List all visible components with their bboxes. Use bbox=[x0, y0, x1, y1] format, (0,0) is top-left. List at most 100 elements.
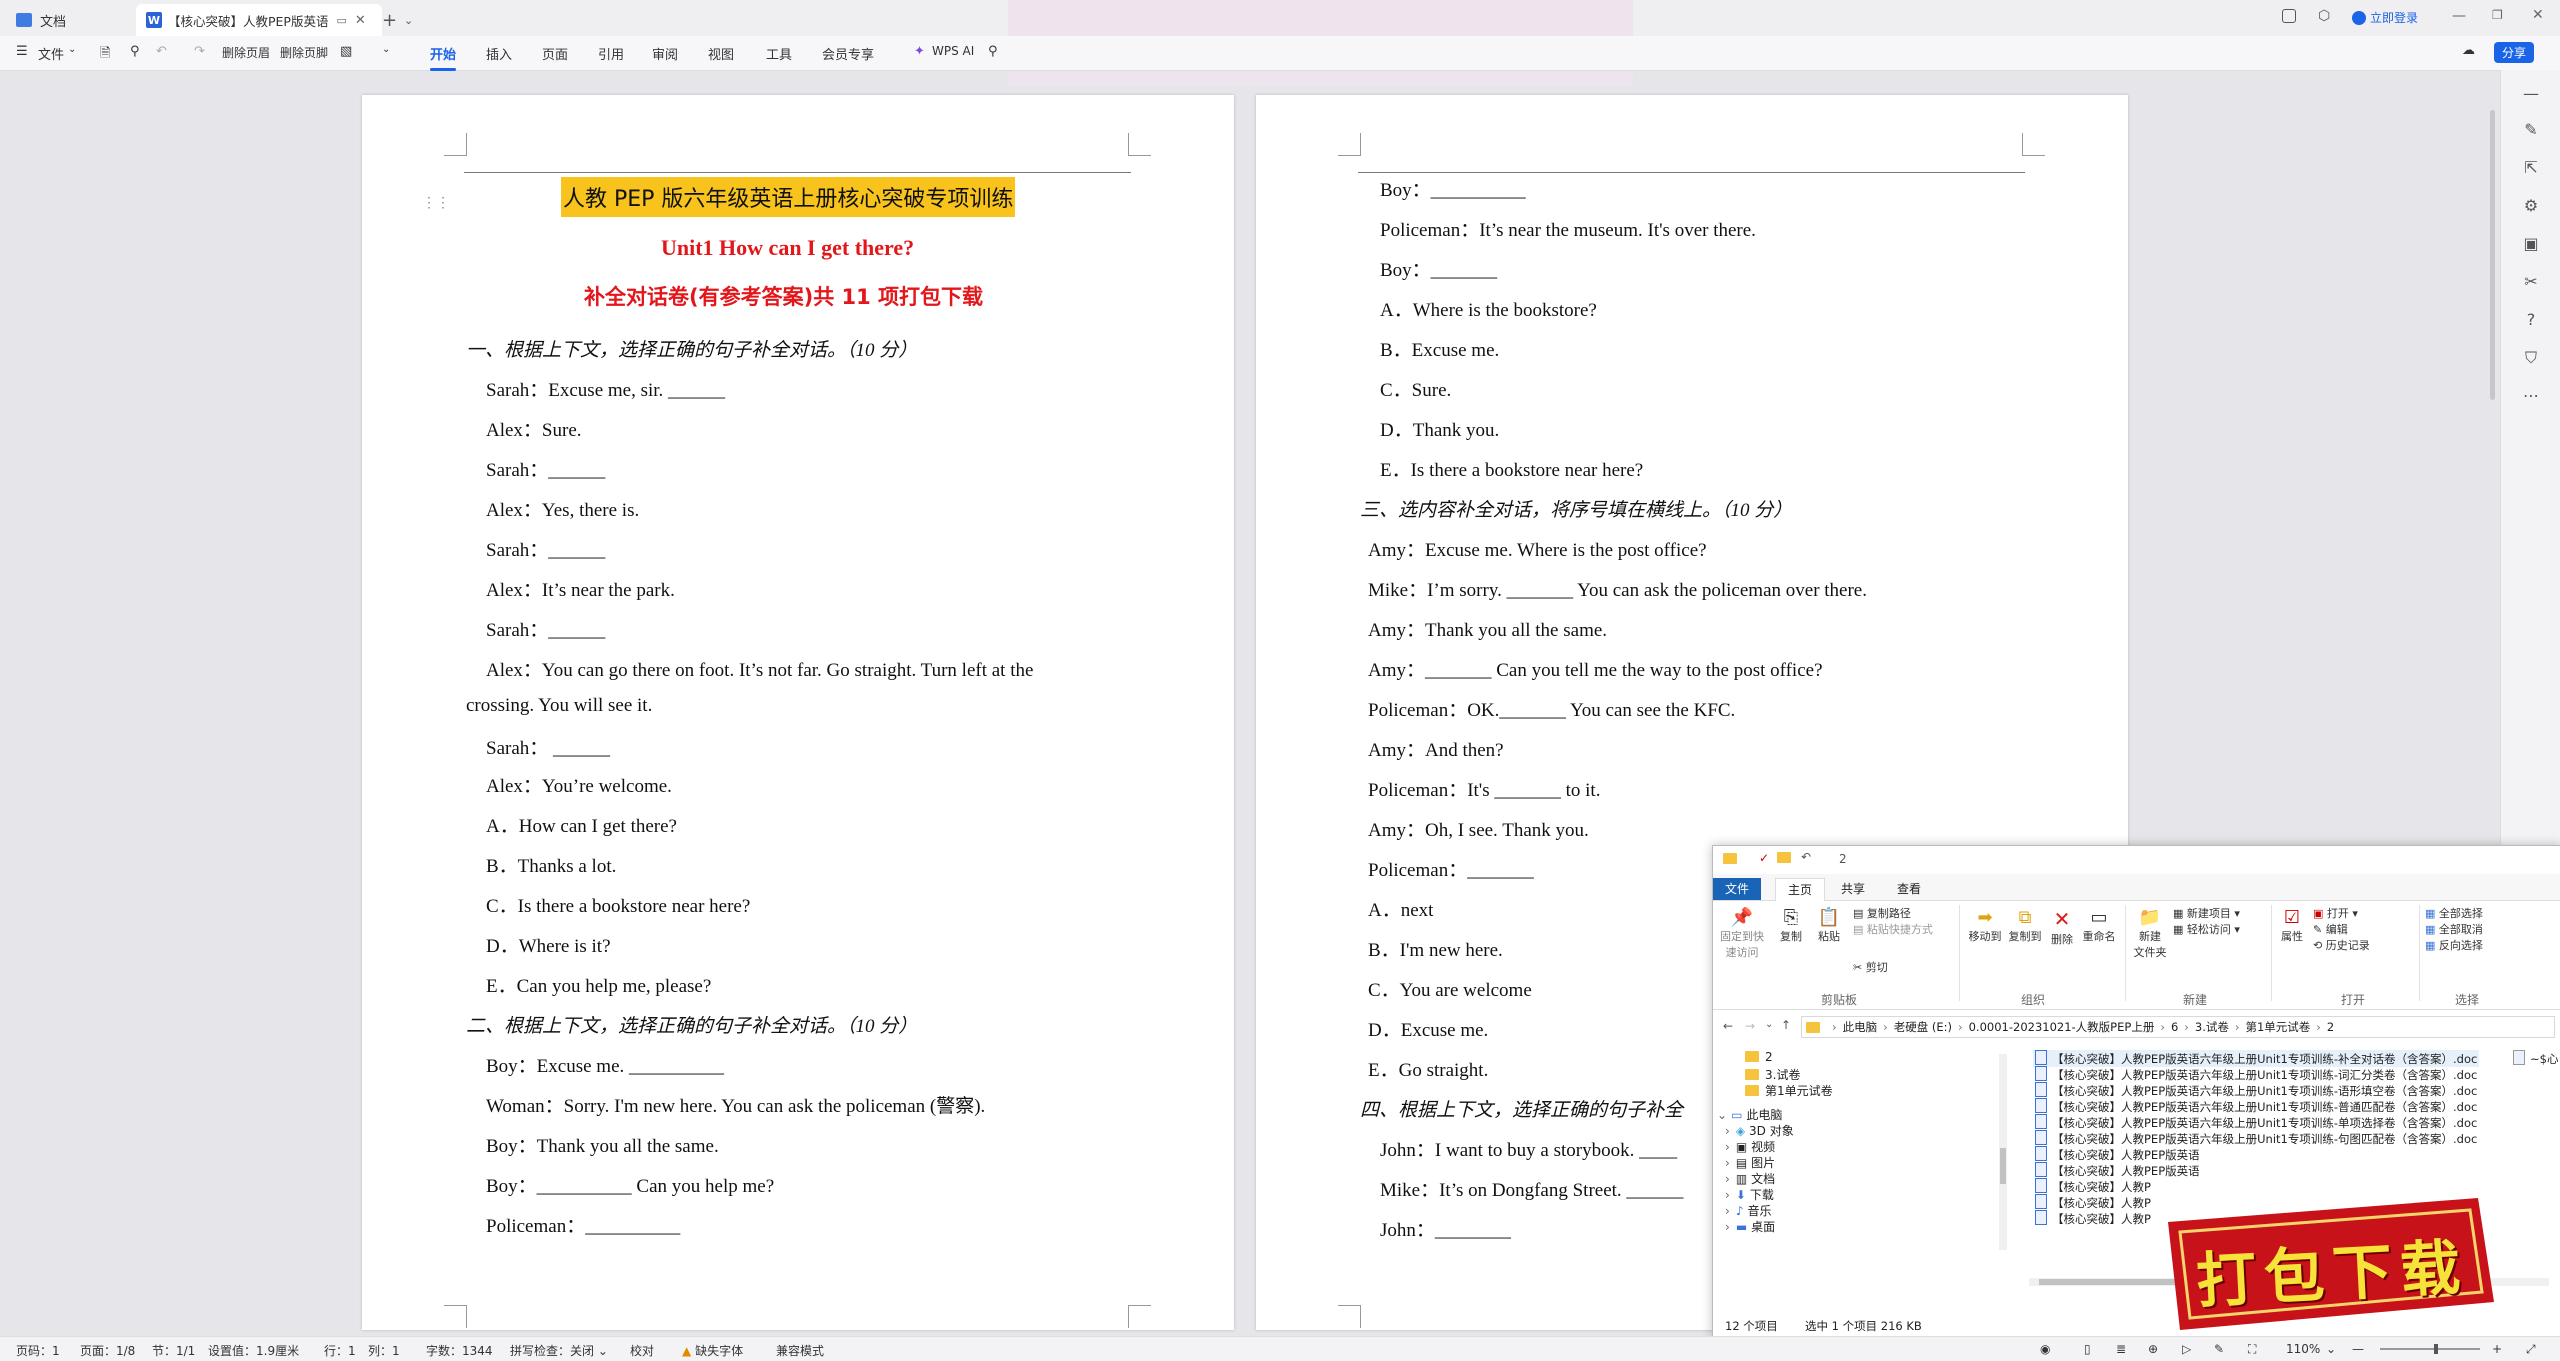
zoom-slider-thumb[interactable] bbox=[2434, 1344, 2438, 1354]
cloud-sync-icon[interactable]: ☁ bbox=[2462, 43, 2475, 58]
help-icon[interactable]: ? bbox=[2519, 308, 2543, 332]
zoom-in-icon[interactable]: + bbox=[2492, 1342, 2502, 1356]
redo-icon[interactable]: ↷ bbox=[194, 44, 205, 59]
up-icon[interactable]: ↑ bbox=[1781, 1018, 1791, 1032]
wps-ai-button[interactable]: WPS AI bbox=[932, 44, 974, 58]
file-item[interactable]: 【核心突破】人教PEP版英语六年级上册Unit1专项训练-普通匹配卷（含答案）.… bbox=[2035, 1098, 2477, 1115]
pin-quick-access-button[interactable]: 📌 固定到快 速访问 bbox=[1719, 907, 1765, 960]
file-item[interactable]: 【核心突破】人教P bbox=[2035, 1194, 2151, 1211]
select-none-button[interactable]: ▦ 全部取消 bbox=[2425, 921, 2483, 937]
tab-view[interactable]: 视图 bbox=[708, 44, 734, 63]
new-folder-quick-icon[interactable] bbox=[1777, 851, 1797, 865]
paste-shortcut-button[interactable]: ▤ 粘贴快捷方式 bbox=[1853, 921, 1933, 937]
status-section[interactable]: 节：1/1 bbox=[152, 1342, 195, 1359]
open-button[interactable]: ▣ 打开 ▾ bbox=[2313, 905, 2358, 921]
path-segment[interactable]: 6 bbox=[2171, 1020, 2178, 1034]
path-segment[interactable]: 老硬盘 (E:) bbox=[1894, 1019, 1952, 1035]
tab-list-chevron-icon[interactable]: ⌄ bbox=[404, 4, 413, 36]
search-icon[interactable]: ⚲ bbox=[988, 44, 998, 59]
status-row[interactable]: 行：1 bbox=[324, 1342, 356, 1359]
write-mode-icon[interactable]: ✎ bbox=[2214, 1342, 2224, 1356]
copy-button[interactable]: ⎘ 复制 bbox=[1775, 907, 1807, 944]
window-mode-icon[interactable] bbox=[2282, 9, 2296, 23]
undo-icon[interactable]: ↶ bbox=[156, 44, 167, 59]
drag-handle-icon[interactable]: ⋮⋮ bbox=[422, 195, 450, 212]
document-scrollbar[interactable] bbox=[2490, 110, 2495, 400]
easy-access-button[interactable]: ▦ 轻松访问 ▾ bbox=[2173, 921, 2240, 937]
new-item-button[interactable]: ▦ 新建项目 ▾ bbox=[2173, 905, 2240, 921]
paste-button[interactable]: 📋 粘贴 bbox=[1813, 907, 1845, 944]
back-icon[interactable]: ← bbox=[1723, 1019, 1733, 1033]
delete-header-button[interactable]: 删除页眉 bbox=[222, 44, 270, 61]
tab-page[interactable]: 页面 bbox=[542, 44, 568, 63]
proofread-button[interactable]: 校对 bbox=[630, 1342, 654, 1359]
minimize-icon[interactable]: — bbox=[2452, 8, 2466, 24]
copy-path-button[interactable]: ▤ 复制路径 bbox=[1853, 905, 1911, 921]
tshirt-icon[interactable]: ⛉ bbox=[2519, 346, 2543, 370]
address-bar[interactable]: › 此电脑 › 老硬盘 (E:) › 0.0001-20231021-人教版PE… bbox=[1801, 1016, 2555, 1038]
web-view-icon[interactable]: ⊕ bbox=[2148, 1342, 2158, 1356]
file-item[interactable]: 【核心突破】人教PEP版英语六年级上册Unit1专项训练-句图匹配卷（含答案）.… bbox=[2035, 1130, 2477, 1147]
close-tab-icon[interactable]: ✕ bbox=[355, 13, 366, 28]
document-page-1[interactable]: ⋮⋮ 人教 PEP 版六年级英语上册核心突破专项训练 Unit1 How can… bbox=[362, 95, 1234, 1330]
monitor-icon[interactable]: ▭ bbox=[336, 14, 346, 27]
undo-icon[interactable]: ↶ bbox=[1801, 850, 1811, 864]
delete-button[interactable]: ✕ 删除 bbox=[2047, 907, 2077, 947]
file-menu[interactable]: 文件 bbox=[38, 44, 64, 63]
file-menu-chevron-icon[interactable]: ⌄ bbox=[68, 44, 76, 55]
path-segment[interactable]: 0.0001-20231021-人教版PEP上册 bbox=[1969, 1019, 2155, 1035]
tab-home[interactable]: 开始 bbox=[430, 44, 457, 71]
more-icon[interactable]: ⋯ bbox=[2519, 384, 2543, 408]
properties-icon[interactable]: ✓ bbox=[1759, 851, 1769, 865]
document-tab[interactable]: W 【核心突破】人教PEP版英语 ▭ ✕ bbox=[136, 4, 382, 36]
status-word-count[interactable]: 字数：1344 bbox=[426, 1342, 493, 1359]
status-setting-value[interactable]: 设置值：1.9厘米 bbox=[208, 1342, 299, 1359]
menu-icon[interactable]: ☰ bbox=[16, 44, 28, 59]
invert-selection-button[interactable]: ▦ 反向选择 bbox=[2425, 937, 2483, 953]
path-segment[interactable]: 此电脑 bbox=[1843, 1019, 1878, 1035]
status-page-count[interactable]: 页面：1/8 bbox=[80, 1342, 135, 1359]
file-item-selected[interactable]: 【核心突破】人教PEP版英语六年级上册Unit1专项训练-补全对话卷（含答案）.… bbox=[2033, 1050, 2480, 1067]
fit-page-icon[interactable]: ⛶ bbox=[2248, 1342, 2256, 1357]
image-icon[interactable]: ▣ bbox=[2519, 232, 2543, 256]
rename-button[interactable]: ▭ 重命名 bbox=[2079, 907, 2119, 944]
fullscreen-icon[interactable]: ⤢ bbox=[2526, 1342, 2536, 1357]
explorer-tab-share[interactable]: 共享 bbox=[1829, 878, 1877, 900]
explorer-tab-view[interactable]: 查看 bbox=[1885, 878, 1933, 900]
file-item[interactable]: 【核心突破】人教P bbox=[2035, 1210, 2151, 1227]
more-chevron-icon[interactable]: ⌄ bbox=[382, 44, 390, 55]
zoom-slider[interactable] bbox=[2380, 1344, 2480, 1354]
status-page-number[interactable]: 页码：1 bbox=[16, 1342, 60, 1359]
file-item[interactable]: 【核心突破】人教PEP版英语 bbox=[2035, 1146, 2200, 1163]
close-window-icon[interactable]: ✕ bbox=[2532, 7, 2544, 23]
explorer-tab-file[interactable]: 文件 bbox=[1713, 878, 1762, 900]
login-button[interactable]: 立即登录 bbox=[2352, 9, 2418, 26]
tab-tools[interactable]: 工具 bbox=[766, 44, 792, 63]
home-tab[interactable]: 文档 bbox=[16, 4, 66, 36]
zoom-chevron-icon[interactable]: ⌄ bbox=[2326, 1342, 2336, 1356]
status-column[interactable]: 列：1 bbox=[368, 1342, 400, 1359]
layout-icon[interactable]: ▧ bbox=[340, 44, 352, 59]
download-promo-stamp[interactable]: 打包下载 bbox=[2160, 1192, 2500, 1334]
file-item[interactable]: 【核心突破】人教PEP版英语六年级上册Unit1专项训练-词汇分类卷（含答案）.… bbox=[2035, 1066, 2477, 1083]
select-all-button[interactable]: ▦ 全部选择 bbox=[2425, 905, 2483, 921]
save-icon[interactable]: 🗎 bbox=[100, 44, 110, 66]
collapse-icon[interactable]: — bbox=[2519, 82, 2543, 106]
select-cursor-icon[interactable]: ⇱ bbox=[2519, 156, 2543, 180]
file-item[interactable]: 【核心突破】人教PEP版英语六年级上册Unit1专项训练-语形填空卷（含答案）.… bbox=[2035, 1082, 2477, 1099]
recent-chevron-icon[interactable]: ⌄ bbox=[1765, 1019, 1773, 1030]
tab-review[interactable]: 审阅 bbox=[652, 44, 678, 63]
find-icon[interactable]: ⚲ bbox=[130, 44, 140, 59]
zoom-level[interactable]: 110% bbox=[2286, 1342, 2320, 1356]
missing-font-button[interactable]: ▲ 缺失字体 bbox=[682, 1342, 743, 1359]
eye-protect-icon[interactable]: ◉ bbox=[2040, 1342, 2050, 1356]
new-tab-icon[interactable]: + bbox=[382, 4, 397, 36]
new-folder-button[interactable]: 📁 新建 文件夹 bbox=[2131, 907, 2169, 960]
properties-button[interactable]: ☑ 属性 bbox=[2277, 907, 2307, 944]
move-to-button[interactable]: ➡ 移动到 bbox=[1967, 907, 2003, 944]
restore-icon[interactable]: ❐ bbox=[2492, 8, 2503, 22]
tools-icon[interactable]: ✂ bbox=[2519, 270, 2543, 294]
delete-footer-button[interactable]: 删除页脚 bbox=[280, 44, 328, 61]
tab-member[interactable]: 会员专享 bbox=[822, 44, 874, 63]
path-segment[interactable]: 2 bbox=[2327, 1020, 2334, 1034]
